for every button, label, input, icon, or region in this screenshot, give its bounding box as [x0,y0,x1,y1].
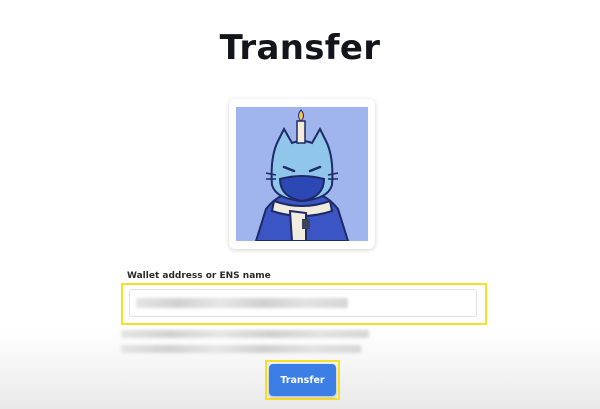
redacted-text-line [121,345,361,353]
redacted-text-line [121,330,369,338]
transfer-button[interactable]: Transfer [269,364,336,396]
page-title: Transfer [219,28,381,68]
wallet-address-input[interactable] [129,289,477,317]
cat-with-candle-and-scarf-nft-icon [236,107,368,241]
wallet-address-label: Wallet address or ENS name [127,271,271,281]
nft-image-card [229,99,375,249]
redacted-address-value [136,298,348,308]
